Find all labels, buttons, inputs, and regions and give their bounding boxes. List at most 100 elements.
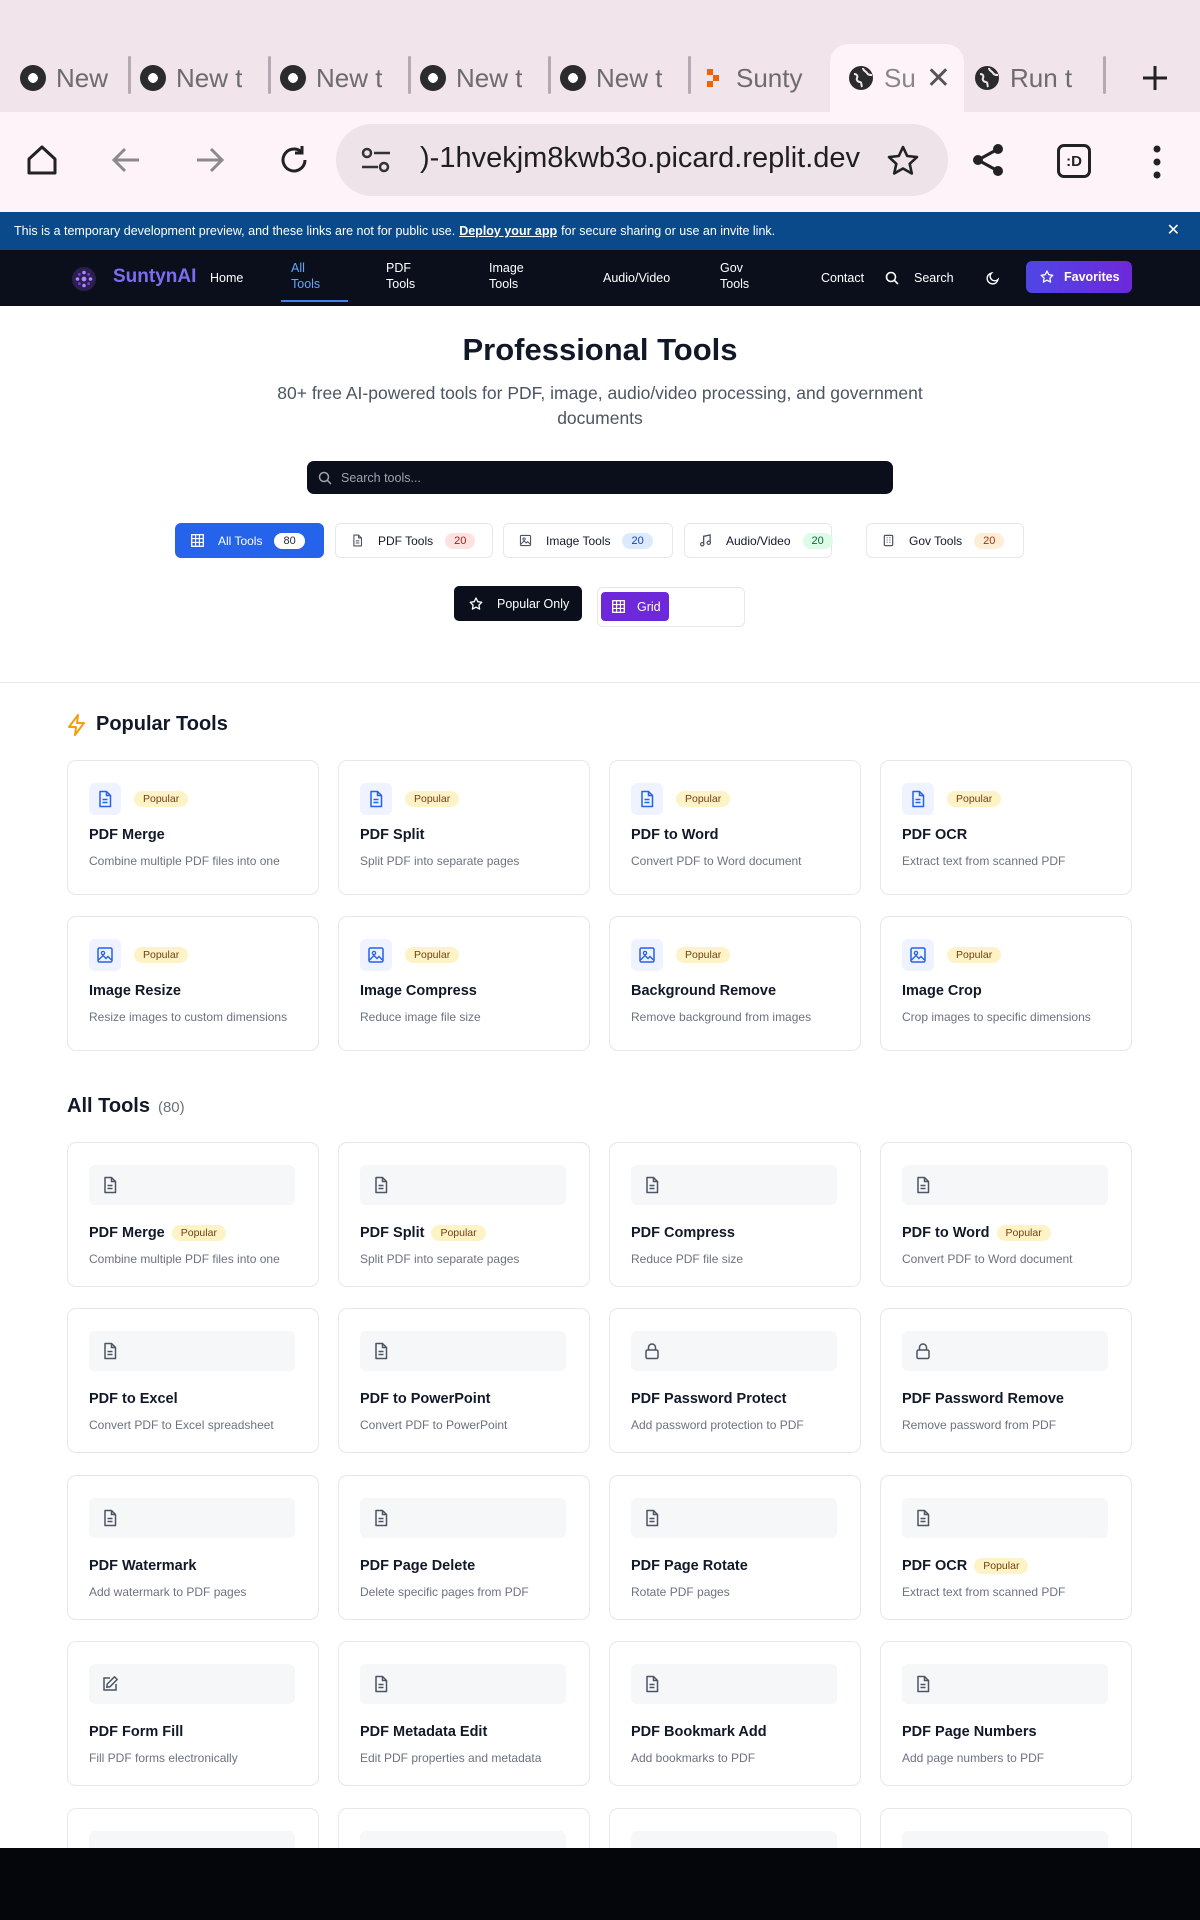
tab-separator bbox=[128, 56, 131, 94]
tool-name: PDF Password Protect bbox=[631, 1391, 787, 1407]
grid-view-button[interactable]: Grid bbox=[601, 592, 669, 621]
popular-only-label: Popular Only bbox=[497, 596, 570, 611]
tool-name-row: PDF OCR Popular bbox=[902, 1558, 1029, 1574]
tool-name: PDF to Word bbox=[902, 1225, 990, 1241]
browser-tab-su-6[interactable]: Su ✕ bbox=[830, 44, 964, 112]
popular-tool-card[interactable]: Popular PDF to Word Convert PDF to Word … bbox=[609, 760, 861, 895]
brand-name[interactable]: SuntynAI bbox=[113, 266, 196, 288]
filter-pdf-tools[interactable]: PDF Tools 20 bbox=[335, 523, 493, 558]
popular-tool-card[interactable]: Popular Image Resize Resize images to cu… bbox=[67, 916, 319, 1051]
popular-only-toggle[interactable]: Popular Only bbox=[454, 586, 582, 621]
popular-tool-card[interactable]: Popular Background Remove Remove backgro… bbox=[609, 916, 861, 1051]
tool-card[interactable]: PDF Page Rotate Rotate PDF pages bbox=[609, 1475, 861, 1620]
browser-tab-new-t-2[interactable]: New t bbox=[280, 44, 390, 112]
reload-button[interactable] bbox=[272, 138, 316, 182]
filter-audio-video[interactable]: Audio/Video 20 bbox=[684, 523, 833, 558]
tool-card[interactable]: PDF Compress Reduce PDF file size bbox=[609, 1142, 861, 1287]
tool-name-row: PDF Page Delete bbox=[360, 1558, 475, 1574]
browser-tab-new-t-4[interactable]: New t bbox=[560, 44, 670, 112]
favorites-button[interactable]: Favorites bbox=[1026, 261, 1132, 293]
nav-home[interactable]: Home bbox=[210, 270, 243, 286]
dev-preview-banner: This is a temporary development preview,… bbox=[0, 212, 1200, 250]
browser-tab-new-t-1[interactable]: New t bbox=[140, 44, 250, 112]
banner-text: This is a temporary development preview,… bbox=[14, 224, 456, 238]
list-view-button[interactable] bbox=[674, 592, 740, 621]
nav-image-tools-line2: Tools bbox=[489, 277, 519, 291]
tool-name-row: PDF Password Protect bbox=[631, 1391, 787, 1407]
site-settings-icon[interactable] bbox=[360, 146, 392, 174]
filter-image-tools[interactable]: Image Tools 20 bbox=[503, 523, 673, 558]
tool-name: PDF to Word bbox=[631, 827, 719, 843]
tool-card-partial[interactable] bbox=[338, 1808, 590, 1848]
filter-gov-tools[interactable]: Gov Tools 20 bbox=[866, 523, 1024, 558]
all-tools-heading: All Tools bbox=[67, 1095, 150, 1117]
nav-gov-tools[interactable]: Gov Tools bbox=[720, 260, 749, 292]
bookmark-star-icon[interactable] bbox=[886, 144, 920, 178]
popular-tool-card[interactable]: Popular Image Crop Crop images to specif… bbox=[880, 916, 1132, 1051]
browser-tab-new-t-0[interactable]: New t bbox=[20, 44, 108, 112]
tool-icon-area bbox=[631, 1664, 837, 1704]
tool-card-partial[interactable] bbox=[880, 1808, 1132, 1848]
tool-card[interactable]: PDF Page Numbers Add page numbers to PDF bbox=[880, 1641, 1132, 1786]
nav-contact[interactable]: Contact bbox=[821, 270, 864, 286]
tool-card[interactable]: PDF Form Fill Fill PDF forms electronica… bbox=[67, 1641, 319, 1786]
image-icon bbox=[518, 534, 532, 548]
filter-count-badge: 20 bbox=[622, 532, 653, 549]
back-button[interactable] bbox=[104, 138, 148, 182]
tool-card[interactable]: PDF to Excel Convert PDF to Excel spread… bbox=[67, 1308, 319, 1453]
close-tab-icon[interactable]: ✕ bbox=[926, 61, 951, 96]
close-banner-icon[interactable]: ✕ bbox=[1167, 220, 1180, 240]
tool-card[interactable]: PDF Watermark Add watermark to PDF pages bbox=[67, 1475, 319, 1620]
tool-card[interactable]: PDF Metadata Edit Edit PDF properties an… bbox=[338, 1641, 590, 1786]
filter-count-badge: 20 bbox=[445, 532, 476, 549]
document-icon bbox=[372, 1509, 390, 1527]
browser-menu-icon[interactable] bbox=[1150, 144, 1164, 180]
theme-toggle-moon-icon[interactable] bbox=[986, 271, 1000, 285]
share-icon[interactable] bbox=[970, 142, 1006, 178]
tool-card[interactable]: PDF to Word Popular Convert PDF to Word d… bbox=[880, 1142, 1132, 1287]
extension-button[interactable]: :D bbox=[1057, 144, 1091, 178]
tool-name: PDF Split bbox=[360, 827, 425, 843]
tool-card[interactable]: PDF Page Delete Delete specific pages fr… bbox=[338, 1475, 590, 1620]
tool-card[interactable]: PDF Bookmark Add Add bookmarks to PDF bbox=[609, 1641, 861, 1786]
tool-name-row: PDF to PowerPoint bbox=[360, 1391, 491, 1407]
popular-tool-card[interactable]: Popular PDF Split Split PDF into separat… bbox=[338, 760, 590, 895]
tool-icon-area bbox=[89, 1831, 295, 1848]
tool-name: Image Resize bbox=[89, 983, 181, 999]
forward-button[interactable] bbox=[188, 138, 232, 182]
nav-all-tools[interactable]: All Tools bbox=[291, 260, 320, 292]
document-icon bbox=[372, 1342, 390, 1360]
tab-title: Sunty bbox=[736, 62, 803, 93]
tool-card-partial[interactable] bbox=[609, 1808, 861, 1848]
search-input[interactable]: Search tools... bbox=[307, 461, 893, 494]
tool-card[interactable]: PDF to PowerPoint Convert PDF to PowerPo… bbox=[338, 1308, 590, 1453]
nav-image-tools[interactable]: Image Tools bbox=[489, 260, 524, 292]
tab-separator bbox=[268, 56, 271, 94]
tool-card[interactable]: PDF Split Popular Split PDF into separate… bbox=[338, 1142, 590, 1287]
browser-tab-sunty-5[interactable]: Sunty bbox=[700, 44, 810, 112]
deploy-link[interactable]: Deploy your app bbox=[459, 224, 557, 238]
tool-card[interactable]: PDF Merge Popular Combine multiple PDF fi… bbox=[67, 1142, 319, 1287]
image-icon bbox=[631, 939, 663, 971]
brand-logo-icon[interactable] bbox=[71, 266, 97, 292]
popular-badge: Popular bbox=[134, 947, 189, 963]
tool-card-partial[interactable] bbox=[67, 1808, 319, 1848]
new-tab-button[interactable] bbox=[1135, 58, 1175, 98]
lightning-icon bbox=[67, 714, 87, 736]
nav-search[interactable]: Search bbox=[914, 270, 954, 286]
browser-tab-new-t-3[interactable]: New t bbox=[420, 44, 530, 112]
tool-card[interactable]: PDF Password Protect Add password protec… bbox=[609, 1308, 861, 1453]
section-divider bbox=[0, 682, 1200, 683]
tab-title: New t bbox=[316, 62, 383, 93]
popular-tool-card[interactable]: Popular Image Compress Reduce image file… bbox=[338, 916, 590, 1051]
tool-card[interactable]: PDF Password Remove Remove password from… bbox=[880, 1308, 1132, 1453]
popular-tool-card[interactable]: Popular PDF Merge Combine multiple PDF f… bbox=[67, 760, 319, 895]
home-button[interactable] bbox=[20, 138, 64, 182]
browser-tab-run-t-7[interactable]: Run t bbox=[974, 44, 1084, 112]
tool-card[interactable]: PDF OCR Popular Extract text from scanned… bbox=[880, 1475, 1132, 1620]
nav-pdf-tools[interactable]: PDF Tools bbox=[386, 260, 415, 292]
url-text[interactable]: )-1hvekjm8kwb3o.picard.replit.dev bbox=[420, 142, 860, 175]
popular-tool-card[interactable]: Popular PDF OCR Extract text from scanne… bbox=[880, 760, 1132, 895]
nav-audio-video[interactable]: Audio/Video bbox=[603, 270, 670, 286]
filter-all-tools[interactable]: All Tools 80 bbox=[175, 523, 324, 558]
